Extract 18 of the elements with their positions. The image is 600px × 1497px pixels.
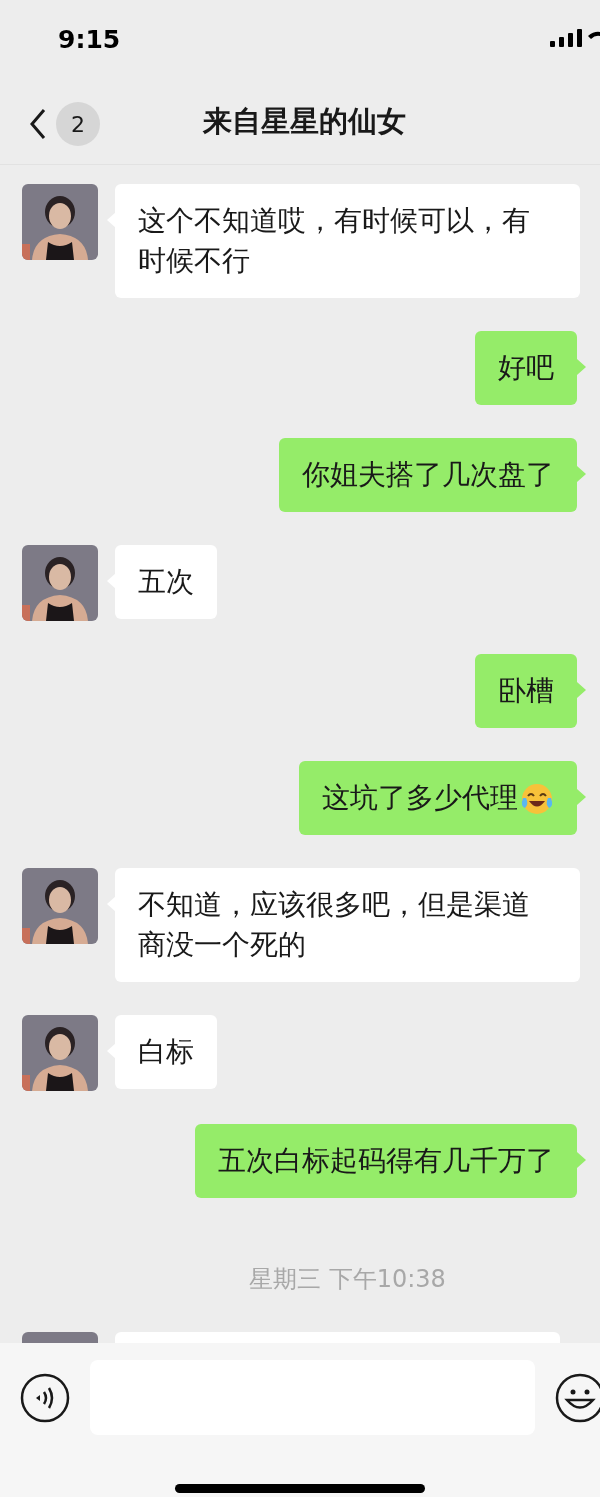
message-bubble: 这个不知道哎，有时候可以，有时候不行 <box>115 184 580 298</box>
chat-title: 来自星星的仙女 <box>201 103 406 141</box>
unread-badge: 2 <box>56 102 100 146</box>
signal-icon <box>550 29 582 47</box>
message-bubble: 白标 <box>115 1015 217 1089</box>
status-time: 9:15 <box>58 24 121 57</box>
message-bubble: 你姐夫搭了几次盘了 <box>279 438 577 512</box>
back-icon[interactable] <box>28 107 48 141</box>
message-bubble: 五次白标起码得有几千万了 <box>195 1124 577 1198</box>
message-bubble: 不知道，应该很多吧，但是渠道商没一个死的 <box>115 868 580 982</box>
message-bubble: 好吧 <box>475 331 577 405</box>
timestamp: 星期三 下午10:38 <box>248 1264 446 1295</box>
message-bubble: 五次 <box>115 545 217 619</box>
message-bubble: 这坑了多少代理 <box>299 761 577 835</box>
emoji-icon[interactable] <box>555 1372 600 1423</box>
message-bubble: 卧槽 <box>475 654 577 728</box>
voice-icon[interactable] <box>20 1372 70 1423</box>
wifi-icon <box>588 31 600 39</box>
